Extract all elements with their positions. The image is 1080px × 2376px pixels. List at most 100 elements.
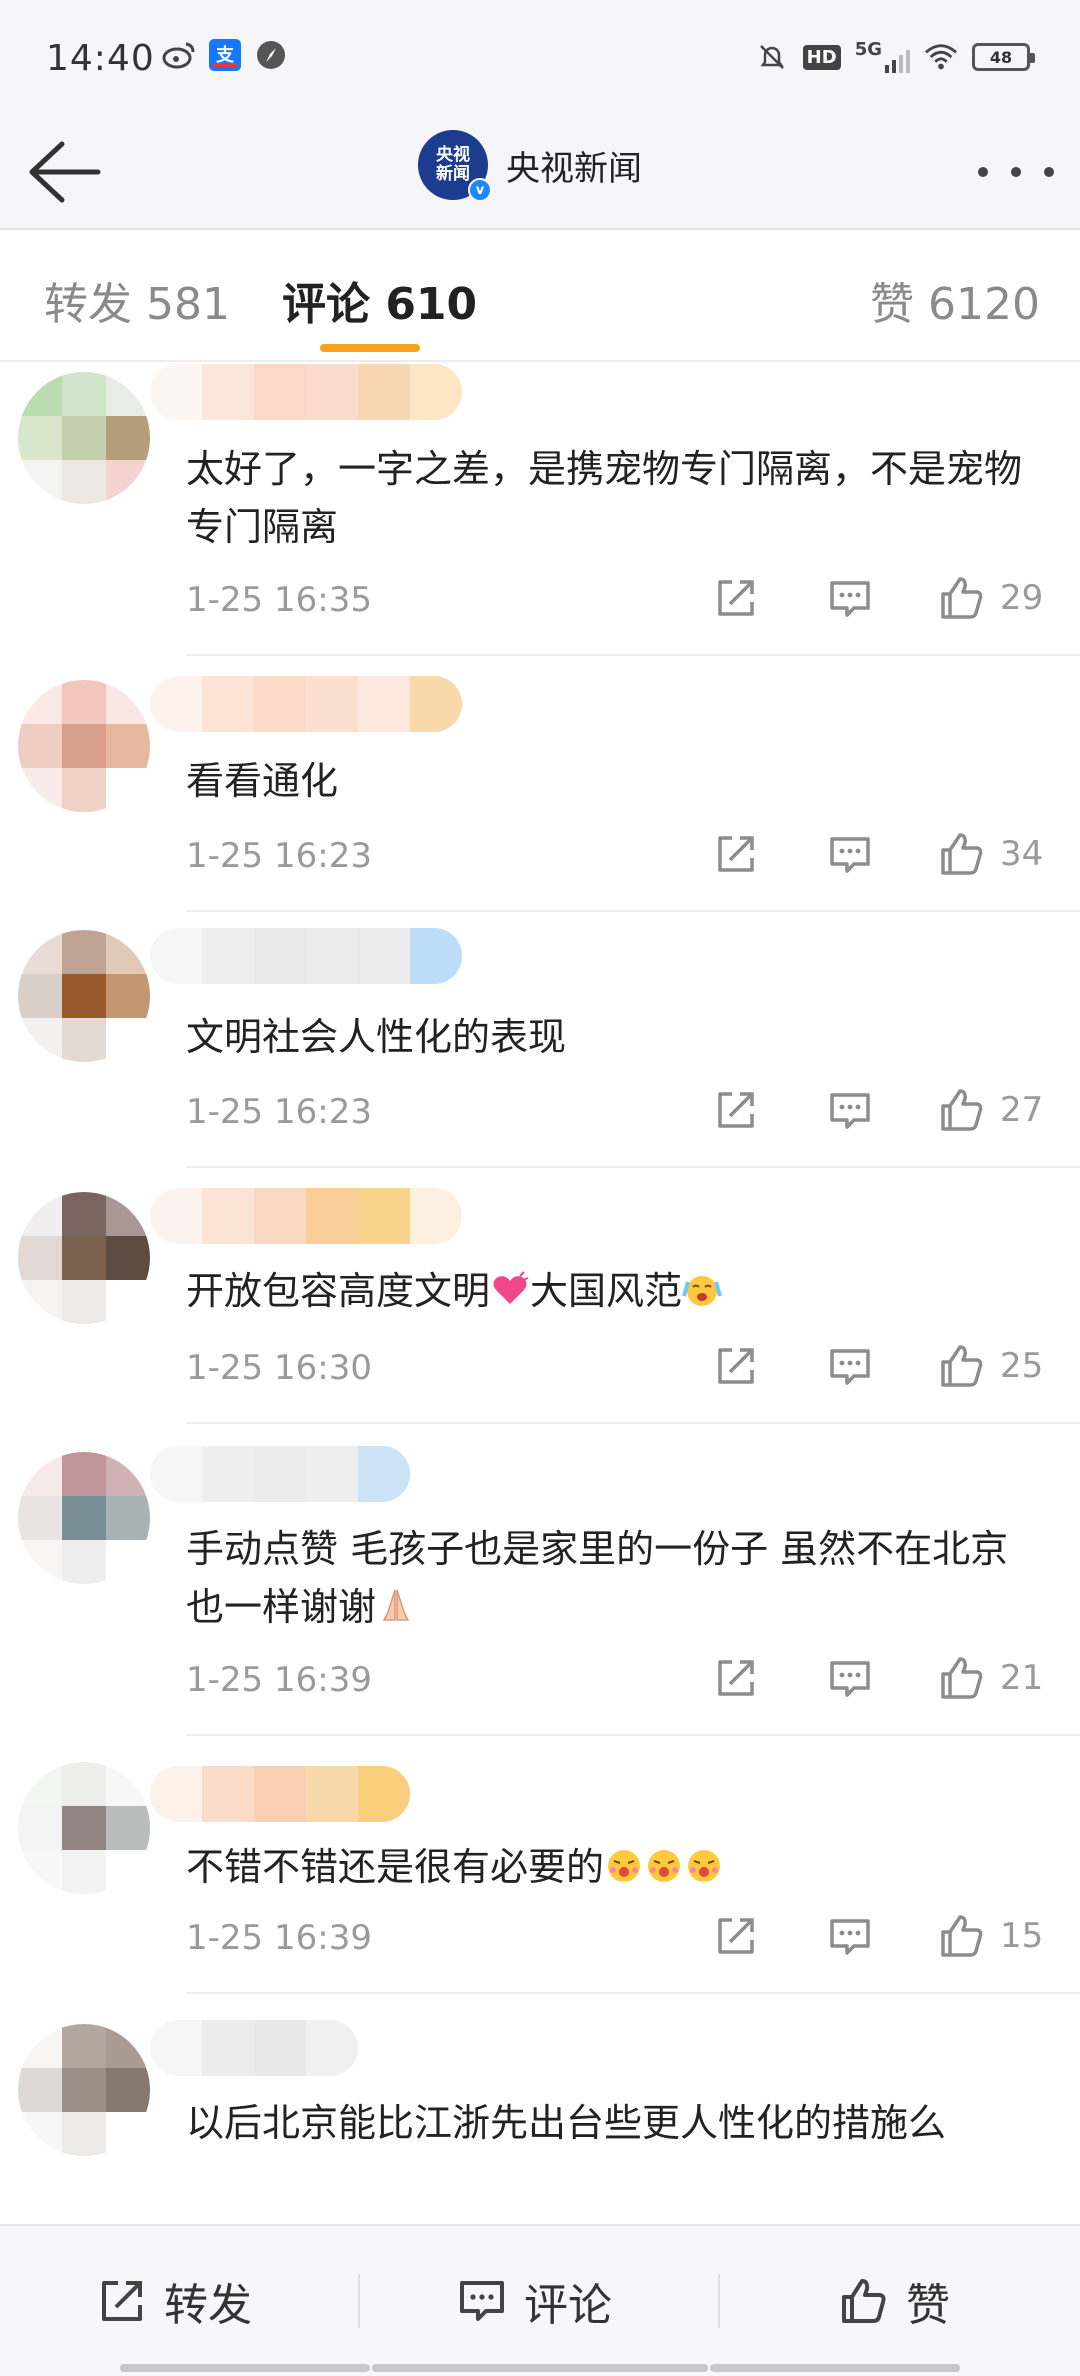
thumbs-up-icon xyxy=(941,1657,983,1699)
share-icon xyxy=(718,1660,754,1696)
avatar-pixel xyxy=(18,1850,62,1894)
name-pixel xyxy=(410,1188,462,1244)
battery-icon: 48 xyxy=(972,43,1035,71)
account-avatar[interactable]: 央视 新闻 v xyxy=(418,130,492,202)
commenter-name-blurred[interactable] xyxy=(150,928,462,984)
comment-divider xyxy=(186,1734,1080,1736)
back-button[interactable] xyxy=(24,136,104,208)
avatar-pixel xyxy=(106,724,150,768)
bottom-comment-label: 评论 xyxy=(524,2280,612,2331)
commenter-avatar[interactable] xyxy=(18,930,150,1062)
comment-share-button[interactable] xyxy=(710,1652,762,1704)
commenter-avatar[interactable] xyxy=(18,1192,150,1324)
comment-share-button[interactable] xyxy=(710,1340,762,1392)
avatar-pixel xyxy=(106,1540,150,1584)
name-pixel xyxy=(358,676,410,732)
comment-like-button[interactable]: 27 xyxy=(938,1084,1044,1136)
commenter-name-blurred[interactable] xyxy=(150,1188,462,1244)
comment-like-button[interactable]: 25 xyxy=(938,1340,1044,1392)
name-pixel xyxy=(254,676,306,732)
more-options-button[interactable] xyxy=(978,152,1054,192)
comment-like-button[interactable]: 21 xyxy=(938,1652,1044,1704)
comment-like-count: 25 xyxy=(1000,1346,1044,1386)
avatar-pixel xyxy=(106,768,150,812)
comment-reply-button[interactable] xyxy=(824,1084,876,1136)
commenter-avatar[interactable] xyxy=(18,372,150,504)
comment-like-button[interactable]: 34 xyxy=(938,828,1044,880)
name-pixel xyxy=(358,1446,410,1502)
avatar-pixel xyxy=(106,460,150,504)
wifi-icon xyxy=(924,40,958,74)
commenter-avatar[interactable] xyxy=(18,680,150,812)
tab-like[interactable]: 赞 6120 xyxy=(870,268,1040,332)
avatar-pixel xyxy=(62,768,106,812)
account-name[interactable]: 央视新闻 xyxy=(506,141,642,190)
comment-reply-button[interactable] xyxy=(824,828,876,880)
battery-level: 48 xyxy=(989,47,1013,67)
tab-repost[interactable]: 转发 581 xyxy=(44,268,230,332)
name-pixel xyxy=(150,676,202,732)
avatar-pixel xyxy=(18,1192,62,1236)
weibo-icon xyxy=(162,38,196,72)
avatar-pixel xyxy=(18,2068,62,2112)
tab-comment[interactable]: 评论 610 xyxy=(282,268,477,332)
avatar-pixel xyxy=(18,1806,62,1850)
comment-like-count: 29 xyxy=(1000,578,1044,618)
avatar-pixel xyxy=(18,2112,62,2156)
active-tab-indicator xyxy=(320,344,420,352)
avatar-pixel xyxy=(62,1540,106,1584)
avatar-pixel xyxy=(106,1018,150,1062)
status-right-icons: HD 5G 48 xyxy=(755,40,1035,74)
commenter-avatar[interactable] xyxy=(18,1762,150,1894)
avatar-pixel xyxy=(62,1452,106,1496)
avatar-pixel xyxy=(62,372,106,416)
comment-like-button[interactable]: 15 xyxy=(938,1910,1044,1962)
commenter-name-blurred[interactable] xyxy=(150,1446,410,1502)
comment-timestamp: 1-25 16:23 xyxy=(186,836,372,876)
comment-reply-button[interactable] xyxy=(824,572,876,624)
comment-text: 开放包容高度文明 大国风范 xyxy=(186,1262,1056,1320)
avatar-pixel xyxy=(106,416,150,460)
avatar-pixel xyxy=(62,1806,106,1850)
comment-like-count: 34 xyxy=(1000,834,1044,874)
comment-like-count: 15 xyxy=(1000,1916,1044,1956)
avatar-pixel xyxy=(62,2068,106,2112)
avatar-pixel xyxy=(106,2112,150,2156)
commenter-name-blurred[interactable] xyxy=(150,364,462,420)
comment-share-button[interactable] xyxy=(710,1910,762,1962)
comment-actions: 29 xyxy=(710,572,1044,624)
comment-divider xyxy=(186,1166,1080,1168)
comment-reply-button[interactable] xyxy=(824,1340,876,1392)
comment-actions: 34 xyxy=(710,828,1044,880)
commenter-avatar[interactable] xyxy=(18,2024,150,2156)
commenter-name-blurred[interactable] xyxy=(150,676,462,732)
comment-text-content: 看看通化 xyxy=(186,759,339,803)
name-pixel xyxy=(410,364,462,420)
comment-share-button[interactable] xyxy=(710,1084,762,1136)
commenter-avatar[interactable] xyxy=(18,1452,150,1584)
avatar-pixel xyxy=(18,724,62,768)
avatar-pixel xyxy=(106,372,150,416)
comment-text-content: 不错不错还是很有必要的 xyxy=(186,1845,605,1889)
comment-share-button[interactable] xyxy=(710,828,762,880)
bottom-like-button[interactable]: 赞 xyxy=(838,2266,950,2336)
comment-reply-button[interactable] xyxy=(824,1910,876,1962)
comment-reply-button[interactable] xyxy=(824,1652,876,1704)
commenter-name-blurred[interactable] xyxy=(150,1766,410,1822)
bottom-repost-button[interactable]: 转发 xyxy=(96,2266,252,2336)
commenter-name-blurred[interactable] xyxy=(150,2020,358,2076)
avatar-pixel xyxy=(106,1762,150,1806)
bottom-comment-button[interactable]: 评论 xyxy=(456,2266,612,2336)
comment-text-content: 以后北京能比江浙先出台些更人性化的措施么 xyxy=(186,2101,947,2145)
avatar-pixel xyxy=(18,1236,62,1280)
comment-share-button[interactable] xyxy=(710,572,762,624)
comment-like-button[interactable]: 29 xyxy=(938,572,1044,624)
comment-icon xyxy=(830,1349,870,1385)
divider xyxy=(718,2274,720,2328)
avatar-pixel xyxy=(62,974,106,1018)
avatar-pixel xyxy=(106,1192,150,1236)
verified-badge-icon: v xyxy=(468,178,492,202)
name-pixel xyxy=(254,1766,306,1822)
account-header[interactable]: 央视 新闻 v 央视新闻 xyxy=(418,130,642,202)
comment-text-content: 手动点赞 毛孩子也是家里的一份子 虽然不在北京 也一样谢谢 xyxy=(186,1527,1009,1629)
